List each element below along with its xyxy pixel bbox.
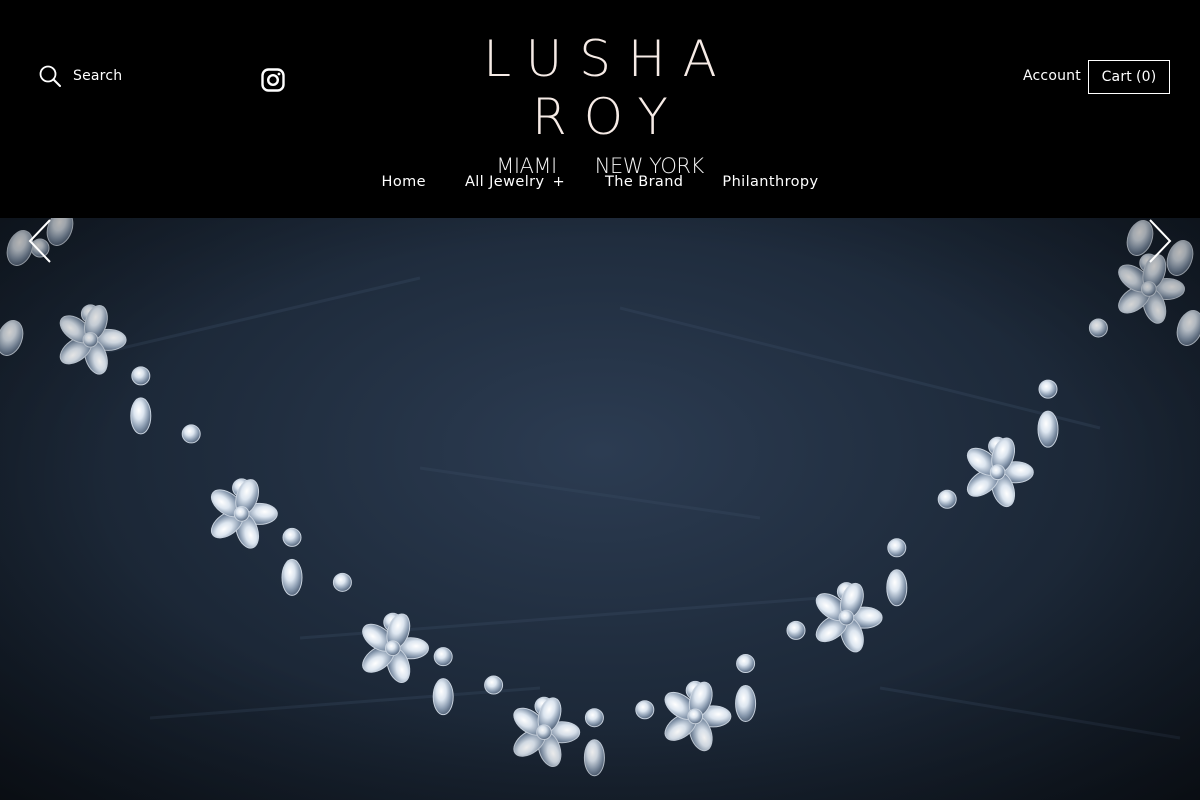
nav-item-all-jewelry-label: All Jewelry <box>464 174 545 190</box>
search-label: Search <box>73 68 123 84</box>
logo-wordmark: LUSHA ROY <box>483 30 734 146</box>
search-button[interactable]: Search <box>39 65 122 87</box>
nav-item-all-jewelry[interactable]: All Jewelry + <box>465 174 565 190</box>
nav-item-home[interactable]: Home <box>382 174 426 190</box>
cart-button[interactable]: Cart (0) <box>1088 60 1170 94</box>
brand-logo[interactable]: LUSHA ROY MIAMI NEW YORK <box>400 30 800 178</box>
main-nav: Home All Jewelry + The Brand Philanthropy <box>0 174 1200 190</box>
chevron-right-icon[interactable] <box>1146 218 1174 264</box>
page: Search LUSHA ROY MIAMI NEW YORK Account … <box>0 0 1200 800</box>
site-header: Search LUSHA ROY MIAMI NEW YORK Account … <box>0 0 1200 218</box>
instagram-icon[interactable] <box>261 68 285 92</box>
account-link[interactable]: Account <box>1023 68 1081 84</box>
hero-image-necklace <box>0 218 1200 800</box>
nav-item-philanthropy[interactable]: Philanthropy <box>722 174 818 190</box>
nav-item-the-brand[interactable]: The Brand <box>605 174 683 190</box>
hero-slideshow <box>0 218 1200 800</box>
chevron-left-icon[interactable] <box>26 218 54 264</box>
expand-plus-icon: + <box>552 174 566 190</box>
cart-count: (0) <box>1135 69 1157 85</box>
cart-label: Cart <box>1101 69 1132 85</box>
search-icon <box>39 65 61 87</box>
